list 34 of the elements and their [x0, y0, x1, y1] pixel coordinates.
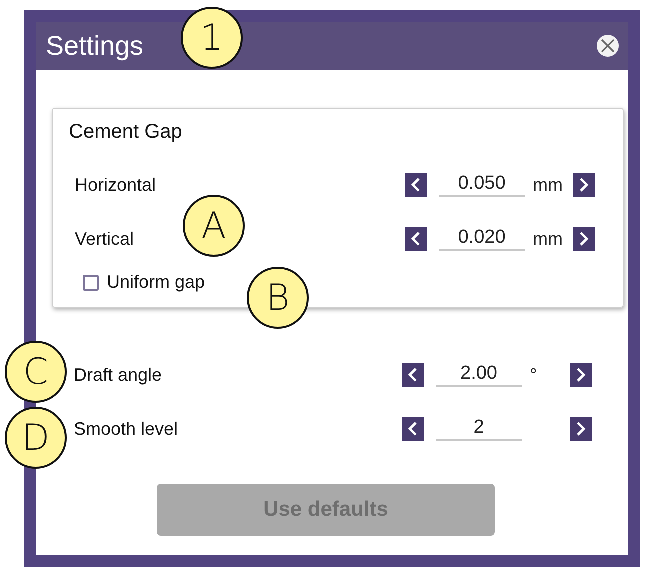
chevron-left-icon: [411, 177, 421, 193]
chevron-right-icon: [579, 177, 589, 193]
decrement-button[interactable]: [405, 173, 427, 197]
chevron-right-icon: [579, 231, 589, 247]
chevron-left-icon: [411, 231, 421, 247]
number-field[interactable]: 0.050: [439, 173, 525, 197]
callout-marker: D: [5, 407, 67, 469]
decrement-button[interactable]: [402, 417, 424, 441]
chevron-left-icon: [408, 367, 418, 383]
increment-button[interactable]: [573, 227, 595, 251]
setting-label: Vertical: [75, 228, 136, 250]
number-field[interactable]: 0.020: [439, 227, 525, 251]
number-field[interactable]: 2: [436, 417, 522, 441]
unit-label: mm: [532, 174, 564, 196]
increment-button[interactable]: [570, 363, 592, 387]
decrement-button[interactable]: [405, 227, 427, 251]
chevron-right-icon: [576, 367, 586, 383]
unit-label: mm: [532, 228, 564, 250]
close-icon[interactable]: [596, 34, 620, 58]
window-title: Settings: [46, 30, 144, 62]
setting-label: Horizontal: [75, 174, 158, 196]
callout-marker: C: [5, 341, 67, 403]
unit-label: °: [529, 364, 538, 386]
increment-button[interactable]: [573, 173, 595, 197]
setting-label: Draft angle: [74, 364, 164, 386]
setting-label: Smooth level: [74, 418, 180, 440]
checkbox[interactable]: [83, 274, 99, 290]
increment-button[interactable]: [570, 417, 592, 441]
decrement-button[interactable]: [402, 363, 424, 387]
chevron-left-icon: [408, 421, 418, 437]
checkbox-label: Uniform gap: [107, 272, 206, 293]
chevron-right-icon: [576, 421, 586, 437]
group-title: Cement Gap: [69, 121, 184, 144]
number-field[interactable]: 2.00: [436, 363, 522, 387]
